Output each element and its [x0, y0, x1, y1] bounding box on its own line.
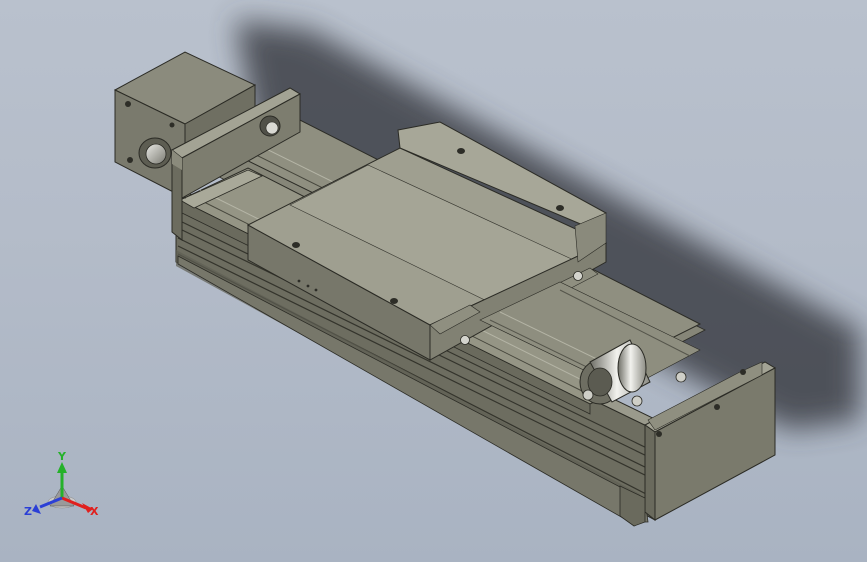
- y-axis-label: Y: [57, 450, 67, 463]
- orientation-triad[interactable]: Y X Z: [22, 448, 108, 524]
- cad-viewport[interactable]: Y X Z: [0, 0, 867, 562]
- z-axis-label: Z: [24, 505, 32, 518]
- x-axis-label: X: [90, 505, 99, 518]
- actuator-model[interactable]: [0, 0, 867, 562]
